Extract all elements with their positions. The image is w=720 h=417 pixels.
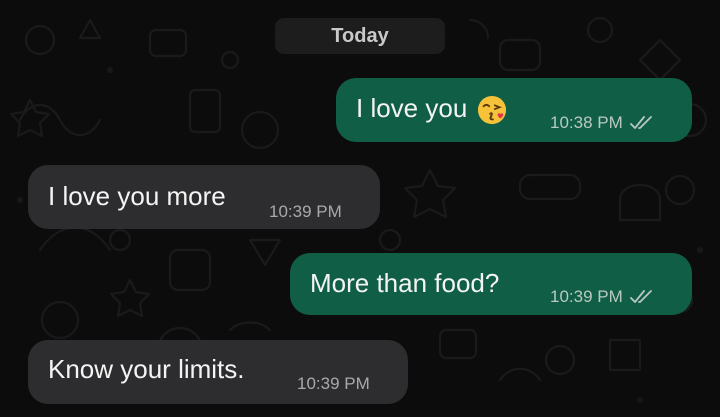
read-double-check-icon <box>629 290 652 303</box>
message-bubble-outgoing[interactable]: I love you 10:38 PM <box>336 78 692 142</box>
message-timestamp: 10:38 PM <box>550 113 623 132</box>
message-meta: 10:38 PM <box>550 113 655 133</box>
message-text-content: I love you <box>356 93 468 123</box>
kissing-face-emoji-icon <box>478 96 507 125</box>
message-text: I love you more <box>48 181 226 211</box>
message-text: Know your limits. <box>48 354 245 384</box>
message-timestamp: 10:39 PM <box>550 287 623 306</box>
message-text: More than food? <box>310 268 500 298</box>
date-separator: Today <box>275 18 445 54</box>
message-bubble-outgoing[interactable]: More than food? 10:39 PM <box>290 253 692 315</box>
message-meta: 10:39 PM <box>550 287 655 307</box>
message-timestamp: 10:39 PM <box>297 374 370 393</box>
message-text: I love you <box>356 93 507 125</box>
read-double-check-icon <box>629 116 652 129</box>
message-bubble-incoming[interactable]: I love you more 10:39 PM <box>28 165 380 229</box>
message-bubble-incoming[interactable]: Know your limits. 10:39 PM <box>28 340 408 404</box>
message-timestamp: 10:39 PM <box>269 202 342 221</box>
